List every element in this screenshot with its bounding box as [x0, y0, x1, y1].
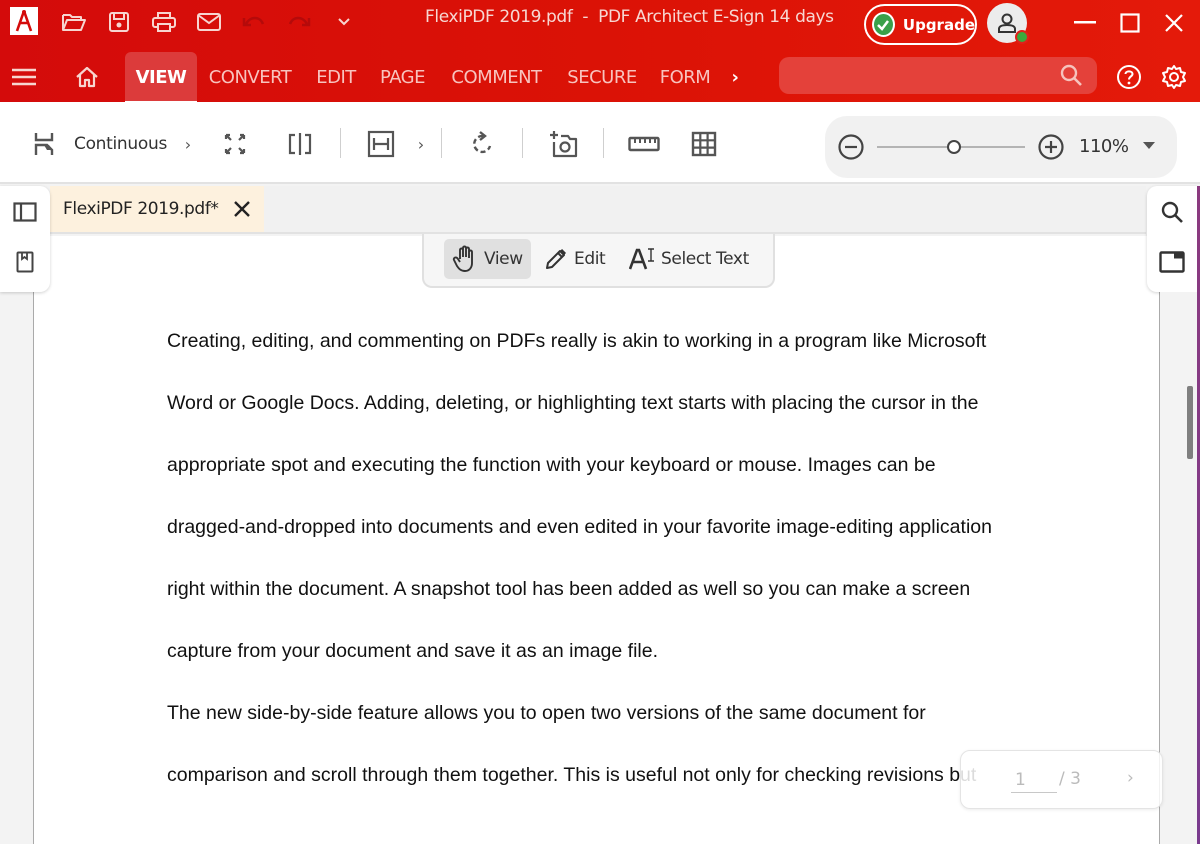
text-cursor-icon [629, 248, 654, 270]
side-by-side-icon[interactable] [286, 126, 314, 162]
redo-icon[interactable] [283, 7, 315, 37]
zoom-slider[interactable] [877, 140, 1025, 154]
tab-view[interactable]: VIEW [125, 52, 197, 104]
page-text: Creating, editing, and commenting on PDF… [167, 326, 1067, 822]
view-mode-button[interactable]: View [444, 239, 531, 279]
minimize-button[interactable] [1063, 6, 1107, 40]
title-app-name: PDF Architect E-Sign 14 days [598, 7, 834, 27]
customize-quick-access-icon[interactable] [328, 7, 360, 37]
tab-comment[interactable]: COMMENT [443, 52, 550, 102]
zoom-slider-handle[interactable] [946, 140, 961, 154]
view-toolbar: Continuous › › 110% [0, 102, 1200, 184]
window-title: FlexiPDF 2019.pdf - PDF Architect E-Sign 1… [425, 7, 834, 27]
edit-mode-button[interactable]: Edit [536, 239, 613, 279]
page-navigator: / 3 › [960, 750, 1163, 809]
tab-page[interactable]: PAGE [374, 52, 431, 102]
text-line: Creating, editing, and commenting on PDF… [167, 330, 987, 352]
email-icon[interactable] [193, 7, 225, 37]
tab-convert[interactable]: CONVERT [203, 52, 297, 102]
text-line: right within the document. A snapshot to… [167, 578, 971, 600]
toolbar-separator [441, 128, 442, 158]
text-line: dragged-and-dropped into documents and e… [167, 516, 992, 538]
vertical-scrollbar[interactable] [1160, 292, 1200, 844]
pencil-icon [546, 248, 567, 269]
title-filename: FlexiPDF 2019.pdf [425, 7, 573, 27]
interaction-mode-bar: View Edit Select Text [422, 234, 775, 288]
app-logo-icon [10, 7, 38, 35]
zoom-level-value[interactable]: 110% [1079, 136, 1129, 157]
search-icon [1059, 63, 1083, 92]
help-icon[interactable] [1112, 60, 1146, 94]
page-layout-chevron-icon[interactable]: › [181, 126, 195, 162]
online-status-icon [1015, 30, 1029, 44]
save-icon[interactable] [103, 7, 135, 37]
hand-icon [452, 245, 473, 272]
text-line: The new side-by-side feature allows you … [167, 702, 926, 724]
text-line: capture from your document and save it a… [167, 640, 659, 662]
snapshot-camera-icon[interactable] [547, 126, 579, 162]
more-tabs-chevron-icon[interactable]: › [722, 52, 748, 102]
zoom-control: 110% [825, 116, 1177, 178]
right-side-panel [1147, 186, 1197, 292]
toolbar-separator [522, 128, 523, 158]
grid-icon[interactable] [690, 126, 718, 162]
rotate-icon[interactable] [468, 126, 496, 162]
scrollbar-thumb[interactable] [1187, 386, 1193, 459]
bookmarks-icon[interactable] [11, 248, 39, 276]
document-tab-label: FlexiPDF 2019.pdf* [63, 199, 219, 219]
fit-options-chevron-icon[interactable]: › [414, 126, 428, 162]
upgrade-button[interactable]: Upgrade [864, 4, 977, 45]
search-input[interactable] [779, 57, 1097, 94]
panel-view-icon[interactable] [1158, 248, 1186, 276]
title-separator: - [582, 7, 589, 27]
tab-form[interactable]: FORM [653, 52, 717, 102]
ribbon-tabs: VIEW CONVERT EDIT PAGE COMMENT SECURE FO… [0, 50, 1200, 104]
page-layout-dropdown[interactable]: Continuous [74, 126, 167, 162]
maximize-button[interactable] [1108, 6, 1152, 40]
user-icon [998, 13, 1016, 33]
tab-edit[interactable]: EDIT [309, 52, 363, 102]
document-tab[interactable]: FlexiPDF 2019.pdf* [50, 186, 264, 232]
page-total: / 3 [1059, 769, 1081, 789]
open-folder-icon[interactable] [58, 7, 90, 37]
upgrade-label: Upgrade [902, 15, 975, 34]
print-icon[interactable] [148, 7, 180, 37]
left-side-panel [0, 186, 50, 292]
toggle-sidebar-icon[interactable] [11, 198, 39, 226]
document-tab-strip: FlexiPDF 2019.pdf* [50, 186, 1146, 234]
user-avatar[interactable] [987, 3, 1029, 44]
page-layout-icon[interactable] [30, 126, 58, 162]
toolbar-separator [603, 128, 604, 158]
page-number-input[interactable] [1011, 767, 1057, 793]
fit-width-icon[interactable] [366, 126, 396, 162]
zoom-out-icon[interactable] [837, 133, 865, 166]
select-text-mode-button[interactable]: Select Text [621, 239, 757, 279]
text-line: Word or Google Docs. Adding, deleting, o… [167, 392, 979, 414]
full-screen-icon[interactable] [221, 126, 249, 162]
zoom-dropdown-arrow-icon[interactable] [1143, 142, 1155, 149]
next-page-chevron-icon[interactable]: › [1127, 768, 1134, 788]
ruler-icon[interactable] [627, 126, 661, 162]
hamburger-menu-icon[interactable] [7, 60, 41, 94]
close-tab-icon[interactable] [233, 200, 251, 218]
check-icon [872, 12, 895, 37]
document-workspace: FlexiPDF 2019.pdf* Creating, editing, an… [0, 186, 1200, 844]
home-icon[interactable] [70, 60, 104, 94]
zoom-in-icon[interactable] [1037, 133, 1065, 166]
toolbar-separator [340, 128, 341, 158]
title-bar: FlexiPDF 2019.pdf - PDF Architect E-Sign 1… [0, 0, 1200, 50]
text-line: appropriate spot and executing the funct… [167, 454, 936, 476]
tab-secure[interactable]: SECURE [563, 52, 641, 102]
settings-gear-icon[interactable] [1157, 60, 1191, 94]
undo-icon[interactable] [238, 7, 270, 37]
pdf-architect-window: FlexiPDF 2019.pdf - PDF Architect E-Sign 1… [0, 0, 1200, 844]
text-line: comparison and scroll through them toget… [167, 764, 977, 786]
close-window-button[interactable] [1152, 6, 1196, 40]
find-search-icon[interactable] [1158, 198, 1186, 226]
